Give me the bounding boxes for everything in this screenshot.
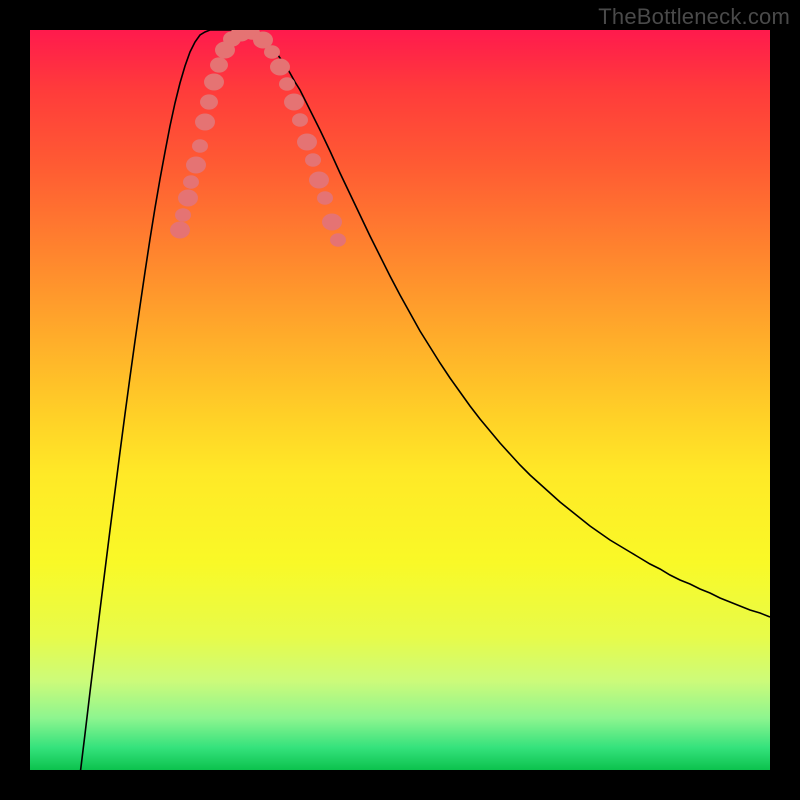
bead-marker: [178, 190, 198, 207]
bead-marker: [210, 57, 228, 72]
bead-marker: [264, 45, 280, 59]
beads-group: [170, 30, 346, 247]
bead-marker: [204, 74, 224, 91]
bead-marker: [284, 94, 304, 111]
bead-marker: [270, 59, 290, 76]
bead-marker: [292, 113, 308, 127]
watermark-text: TheBottleneck.com: [598, 4, 790, 30]
bead-marker: [305, 153, 321, 167]
bead-marker: [279, 77, 295, 91]
outer-frame: TheBottleneck.com: [0, 0, 800, 800]
bead-marker: [186, 157, 206, 174]
bead-marker: [195, 114, 215, 131]
bead-marker: [309, 172, 329, 189]
plot-area: [30, 30, 770, 770]
curve-right-branch: [230, 30, 770, 617]
bead-marker: [175, 208, 191, 222]
bead-marker: [317, 191, 333, 205]
bead-marker: [322, 214, 342, 231]
bead-marker: [183, 175, 199, 189]
bead-marker: [170, 222, 190, 239]
bead-marker: [200, 94, 218, 109]
chart-svg: [30, 30, 770, 770]
bead-marker: [330, 233, 346, 247]
bead-marker: [192, 139, 208, 153]
bead-marker: [297, 134, 317, 151]
curve-left-branch: [80, 30, 230, 770]
